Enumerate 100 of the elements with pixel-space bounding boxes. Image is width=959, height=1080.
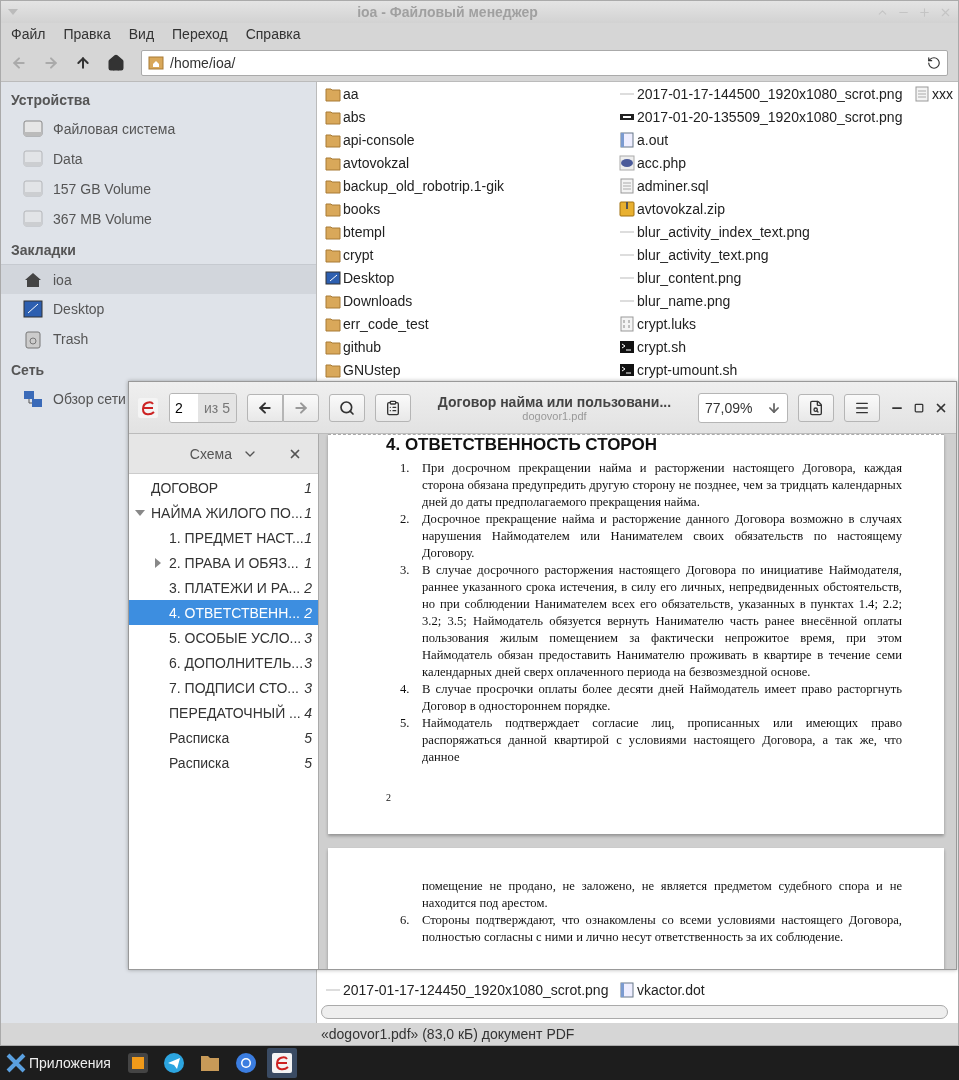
outline-item[interactable]: 1. ПРЕДМЕТ НАСТ...1 [129,525,318,550]
sidebar-item[interactable]: 157 GB Volume [1,174,154,204]
menu-item[interactable]: Вид [128,26,155,42]
clipboard-icon [384,399,401,416]
sidebar-item[interactable]: Trash [1,324,91,354]
file-item[interactable]: blur_name.png [619,289,731,312]
file-item[interactable]: err_code_test [325,312,429,335]
image-file-icon [326,988,340,991]
document-viewer-icon [137,396,159,419]
outline-item[interactable]: 3. ПЛАТЕЖИ И РА... 2 [129,575,318,600]
file-item[interactable]: 2017-01-17-124450_1920x1080_scrot.png [325,978,609,1001]
image-file-icon [620,92,634,95]
address-field[interactable]: /home/ioa/ [141,50,948,76]
file-item[interactable]: Downloads [325,289,413,312]
page-number: 2 [386,791,392,805]
file-item[interactable]: 2017-01-20-135509_1920x1080_scrot.png [619,105,903,128]
outline-selector[interactable]: Схема [189,445,258,462]
list-number: 4. [400,681,411,698]
menu-item[interactable]: Файл [11,26,46,42]
editor-icon [126,1052,149,1074]
outline-item[interactable]: Расписка 5 [129,725,318,750]
refresh-icon[interactable] [927,56,941,70]
sidebar-item[interactable]: Файловая система [1,114,178,144]
list-number: 3. [400,562,411,579]
menu-item[interactable]: Справка [245,26,301,42]
file-item[interactable]: acc.php [619,151,687,174]
desktop-icon [23,299,43,319]
file-item[interactable]: GNUstep [325,358,401,381]
previous-page-button[interactable] [246,393,283,422]
sidebar-item[interactable]: Desktop [1,294,107,324]
sidebar-item[interactable]: Обзор сети [1,384,128,414]
file-item[interactable]: github [325,335,382,358]
file-item[interactable]: books [325,197,381,220]
document-properties-button[interactable] [798,393,834,422]
menu-item[interactable]: Переход [172,26,228,42]
paragraph: помещение не продано, не заложено, не является предметом судебного спора и не находится под арестом. [422,878,902,912]
file-item[interactable]: crypt-umount.sh [619,358,738,381]
home-button[interactable] [107,54,125,72]
section-heading: Устройства [10,91,92,110]
expander-right-icon [153,557,163,568]
file-item[interactable]: backup_old_robotrip.1-gik [325,174,505,197]
sidebar-item[interactable]: ioa [1,264,316,294]
maximize-icon[interactable] [914,402,924,413]
outline-item[interactable]: ПЕРЕДАТОЧНЫЙ ... 4 [129,700,318,725]
file-item[interactable]: blur_activity_index_text.png [619,220,810,243]
browser-icon [234,1052,257,1074]
trash-icon [23,329,43,349]
terminal-icon [619,361,635,378]
outline-item[interactable]: ДОГОВОР 1 [129,475,318,500]
annotations-button[interactable] [374,393,411,422]
list-number: 1. [400,460,411,477]
file-item[interactable]: xxx [914,82,953,105]
file-item[interactable]: 2017-01-17-144500_1920x1080_scrot.png [619,82,903,105]
archive-icon [619,200,635,217]
folder-icon [325,108,341,125]
applications-menu[interactable]: Приложения [6,1053,117,1073]
folder-icon [325,154,341,171]
terminal-icon [619,338,635,355]
file-item[interactable]: vkactor.dot [619,978,705,1001]
menu-item[interactable]: Правка [63,26,111,42]
file-item[interactable]: Desktop [325,266,395,289]
outline-item[interactable]: Расписка 5 [129,750,318,775]
scrollbar[interactable] [321,1005,948,1019]
file-item[interactable]: api-console [325,128,415,151]
paper-plane-icon [162,1052,185,1074]
network-icon [23,389,43,409]
page-field[interactable]: 2 из 5 [169,392,237,423]
file-item[interactable]: crypt.luks [619,312,697,335]
file-item[interactable]: crypt.sh [619,335,686,358]
menu-button[interactable] [844,393,880,422]
outline-item[interactable]: 2. ПРАВА И ОБЯЗ... 1 [129,550,318,575]
file-item[interactable]: avtovokzal [325,151,410,174]
file-item[interactable]: abs [325,105,366,128]
up-button[interactable] [75,55,91,71]
file-item[interactable]: avtovokzal.zip [619,197,725,220]
file-item[interactable]: aa [325,82,359,105]
file-item[interactable]: blur_content.png [619,266,742,289]
file-item[interactable]: adminer.sql [619,174,709,197]
zoom-select[interactable]: 77,09% [698,392,788,423]
sidebar-item[interactable]: 367 MB Volume [1,204,154,234]
file-item[interactable]: a.out [619,128,669,151]
php-file-icon [619,154,635,171]
outline-item[interactable]: НАЙМА ЖИЛОГО ПО...1 [129,500,318,525]
taskbar-app[interactable] [266,1048,297,1078]
expander-down-icon [135,507,145,518]
folder-icon [325,177,341,194]
outline-item[interactable]: 5. ОСОБЫЕ УСЛО... 3 [129,625,318,650]
file-item[interactable]: crypt [325,243,374,266]
sidebar-item[interactable]: Data [1,144,85,174]
outline-item[interactable]: 6. ДОПОЛНИТЕЛЬ...3 [129,650,318,675]
outline-item[interactable]: 7. ПОДПИСИ СТО... 3 [129,675,318,700]
folder-icon [325,85,341,102]
file-search-icon [808,399,824,416]
folder-icon [325,200,341,217]
file-item[interactable]: btempl [325,220,386,243]
document-icon [619,131,635,148]
text-file-icon [619,177,635,194]
search-button[interactable] [328,393,365,422]
image-file-icon [620,230,634,233]
file-item[interactable]: blur_activity_text.png [619,243,769,266]
